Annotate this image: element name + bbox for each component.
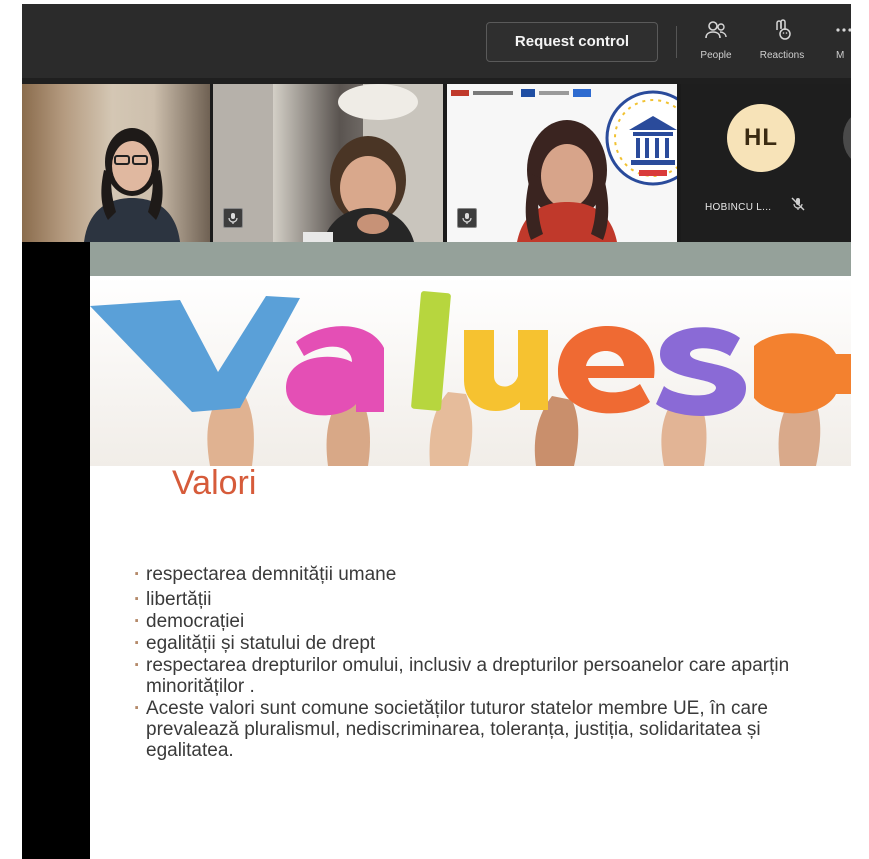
reactions-label: Reactions <box>759 50 805 61</box>
bullet-item: respectarea demnității umane <box>134 564 846 585</box>
reactions-button[interactable]: Reactions <box>752 10 812 70</box>
toolbar-divider <box>676 26 677 58</box>
slide-header-bar <box>90 242 851 276</box>
values-illustration <box>90 276 851 466</box>
mic-icon <box>457 208 477 228</box>
more-icon <box>836 28 851 32</box>
slide-title: Valori <box>172 464 257 502</box>
next-participant-avatar <box>843 112 851 164</box>
meeting-window: Request control People Reactions M HL HO… <box>0 0 869 859</box>
video-strip: HL HOBINCU L... <box>22 84 851 242</box>
people-icon <box>705 21 727 39</box>
slide-bullet-list: respectarea demnității umane libertății … <box>134 564 846 762</box>
participant-tile-avatar[interactable]: HL HOBINCU L... <box>681 84 851 242</box>
meeting-toolbar: Request control People Reactions M <box>22 4 851 78</box>
mic-off-icon <box>791 197 805 211</box>
more-label: M <box>836 50 845 61</box>
mic-icon <box>223 208 243 228</box>
participant-figure <box>213 84 443 242</box>
bullet-item: respectarea drepturilor omului, inclusiv… <box>134 655 846 697</box>
request-control-button[interactable]: Request control <box>486 22 658 62</box>
bullet-item: democrației <box>134 611 846 632</box>
bullet-item: libertății <box>134 589 846 610</box>
participant-video-1[interactable] <box>22 84 210 242</box>
people-label: People <box>700 50 732 61</box>
participant-figure <box>84 128 180 242</box>
bullet-item: egalității și statului de drept <box>134 633 846 654</box>
participant-video-3[interactable] <box>447 84 677 242</box>
reactions-icon <box>776 19 791 40</box>
screen-share-border <box>22 242 90 859</box>
bullet-item: Aceste valori sunt comune societăților t… <box>134 698 846 761</box>
more-button[interactable]: M <box>820 10 851 70</box>
participant-video-2[interactable] <box>213 84 443 242</box>
participant-figure <box>517 120 617 242</box>
people-button[interactable]: People <box>694 10 738 70</box>
avatar: HL <box>727 104 795 172</box>
shared-slide: Valori respectarea demnității umane libe… <box>90 276 851 859</box>
participant-name: HOBINCU L... <box>705 202 772 213</box>
